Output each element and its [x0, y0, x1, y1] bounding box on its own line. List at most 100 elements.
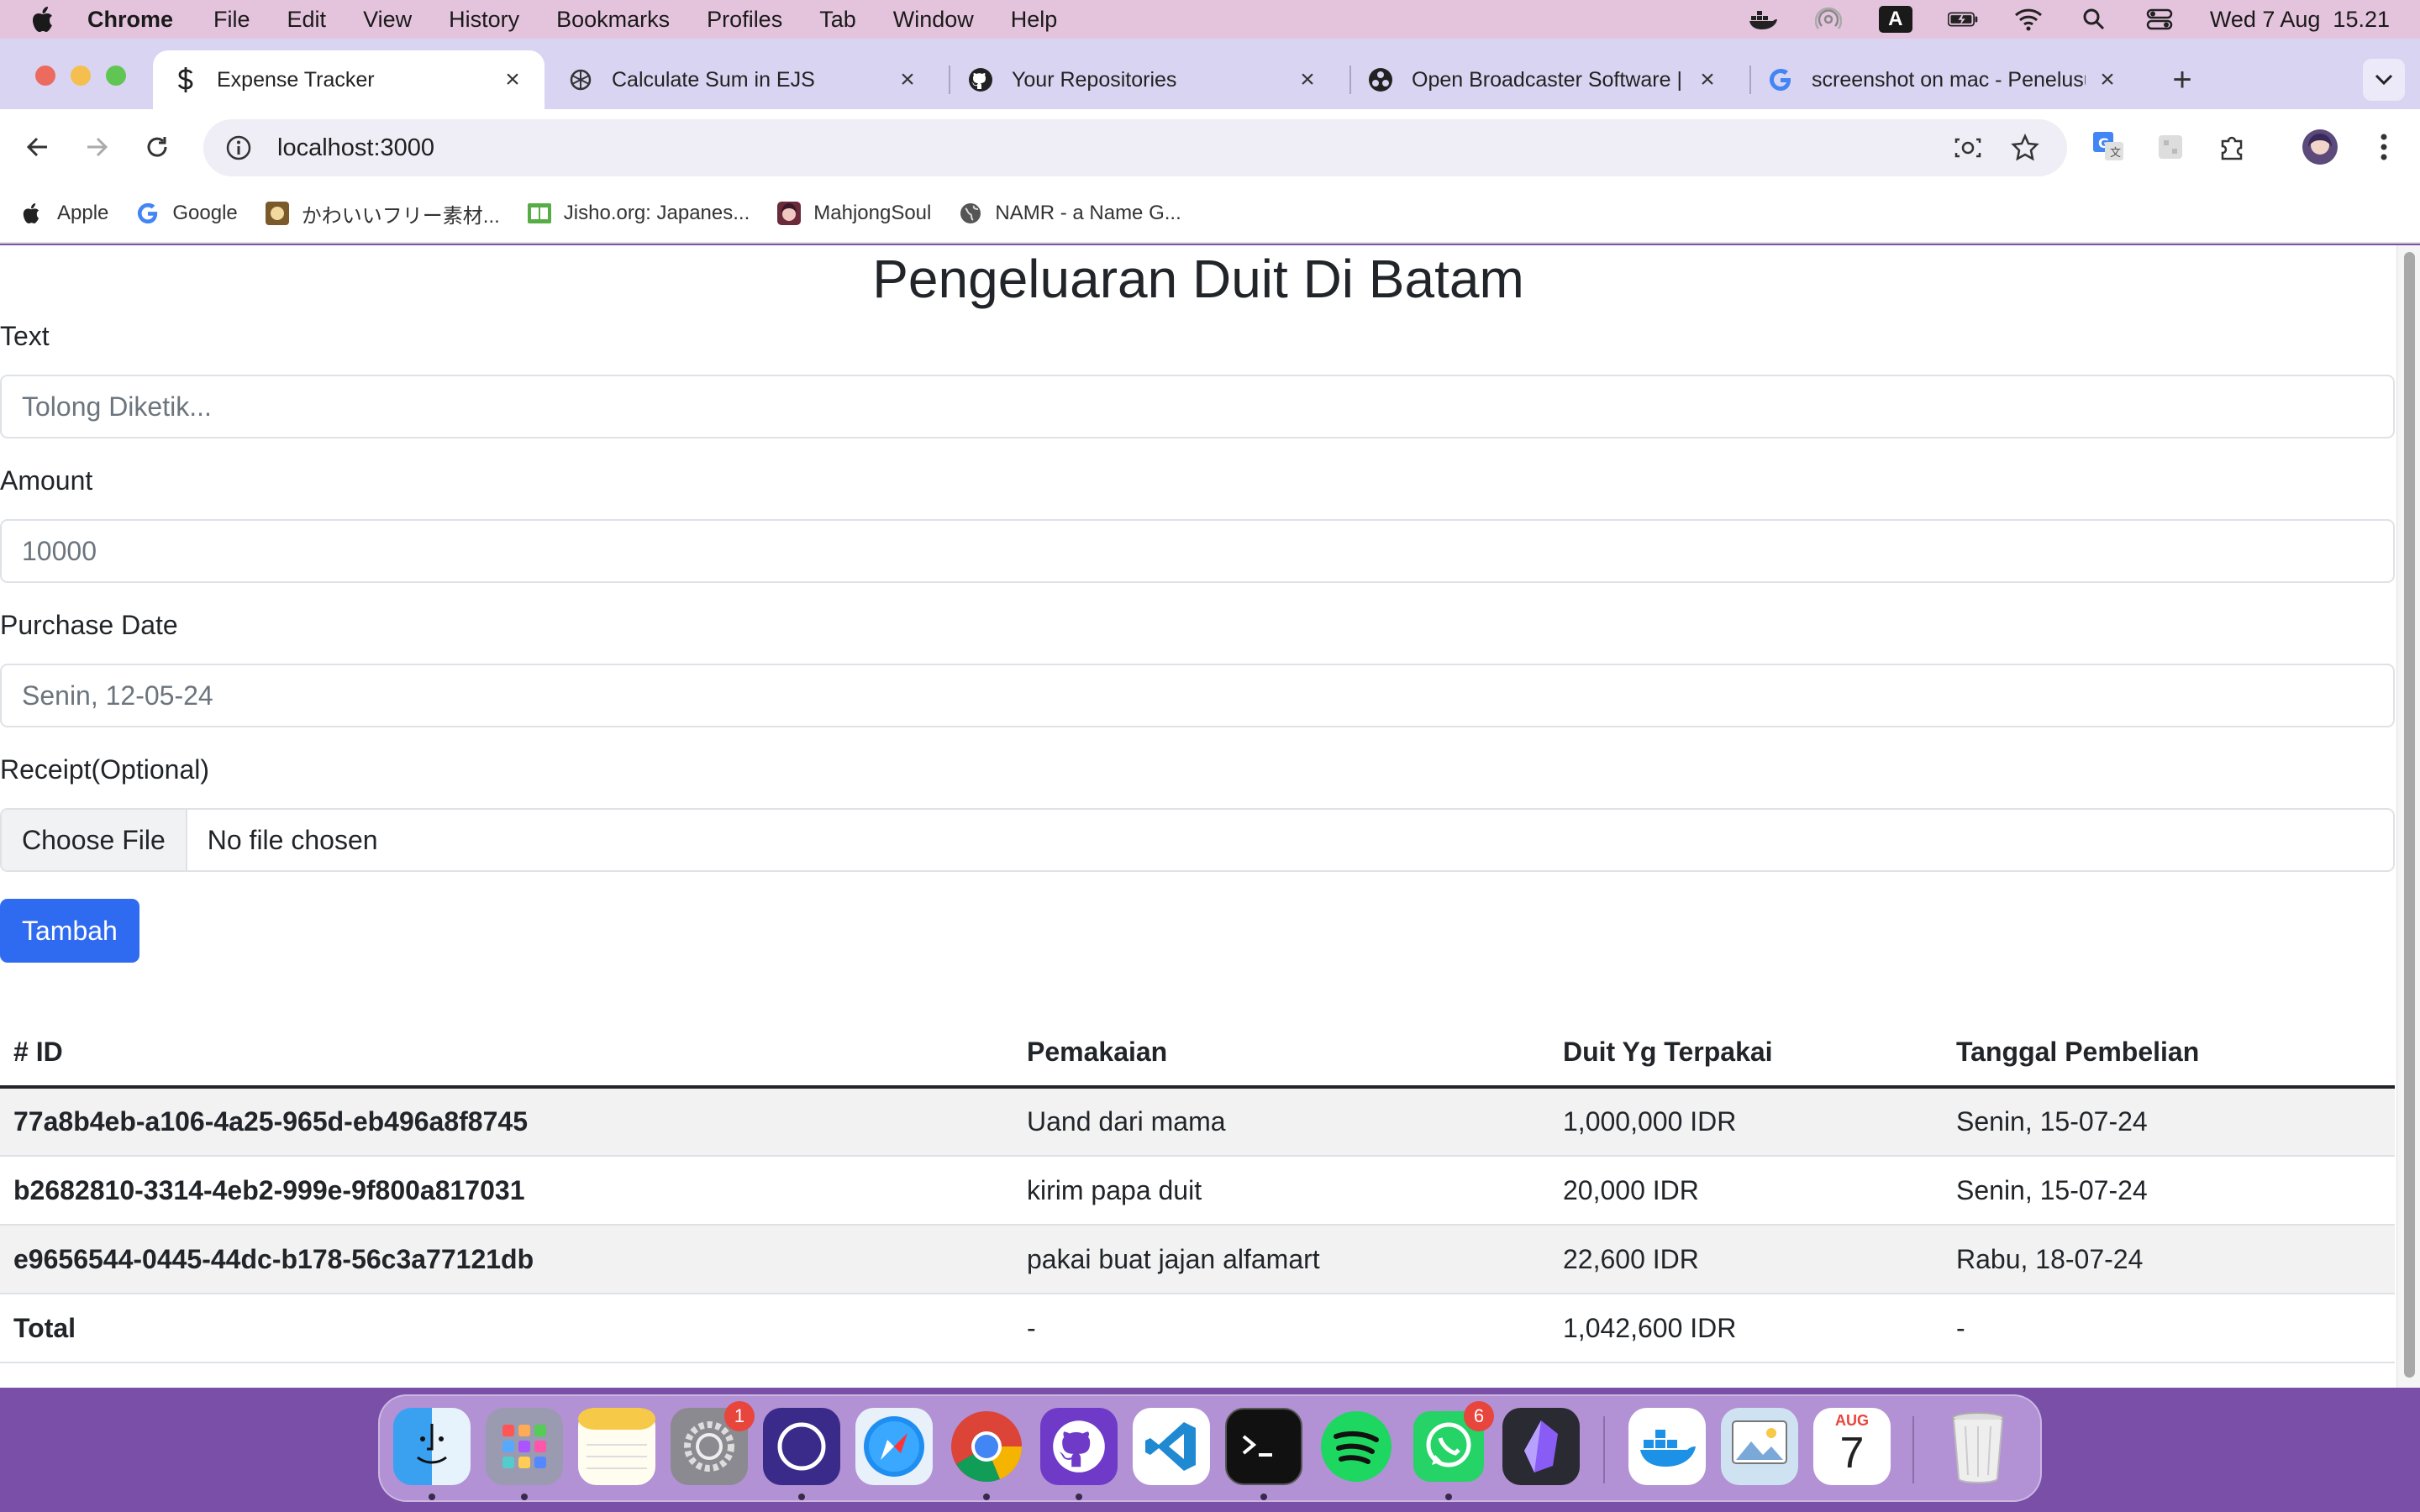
obs-icon [1368, 67, 1393, 92]
address-bar[interactable]: localhost:3000 [203, 119, 2067, 176]
safari-icon[interactable] [855, 1408, 933, 1485]
text-input[interactable]: Tolong Diketik... [0, 375, 2395, 438]
cell-total-pemakaian: - [1013, 1294, 1549, 1363]
vscode-icon[interactable] [1133, 1408, 1210, 1485]
page-scrollbar[interactable] [2396, 245, 2420, 1388]
dock-separator [1603, 1416, 1605, 1483]
control-center-icon[interactable] [2144, 7, 2175, 32]
close-tab-icon[interactable]: × [2096, 66, 2119, 93]
cell-id: 77a8b4eb-a106-4a25-965d-eb496a8f8745 [0, 1087, 1013, 1157]
finder-icon[interactable] [393, 1408, 471, 1485]
tab-title: screenshot on mac - Penelusu [1812, 67, 2086, 92]
tor-browser-icon[interactable] [763, 1408, 840, 1485]
menu-window[interactable]: Window [893, 7, 974, 33]
cell-total-duit: 1,042,600 IDR [1549, 1294, 1943, 1363]
tab-google-search[interactable]: screenshot on mac - Penelusu × [1748, 50, 2139, 109]
choose-file-button[interactable]: Choose File [2, 810, 187, 870]
close-tab-icon[interactable]: × [896, 66, 919, 93]
cell-tanggal: Senin, 15-07-24 [1943, 1087, 2395, 1157]
bookmark-apple[interactable]: Apple [20, 201, 108, 226]
column-header-duit: Duit Yg Terpakai [1549, 1018, 1943, 1089]
extensions-puzzle-icon[interactable] [2212, 126, 2254, 168]
menu-profiles[interactable]: Profiles [707, 7, 782, 33]
terminal-icon[interactable] [1225, 1408, 1302, 1485]
bookmark-label: Google [172, 202, 238, 224]
bookmark-jisho[interactable]: Jisho.org: Japanes... [527, 201, 750, 226]
mahjongsoul-icon [776, 201, 802, 226]
cell-id: b2682810-3314-4eb2-999e-9f800a817031 [0, 1156, 1013, 1226]
bookmark-label: Apple [57, 202, 109, 224]
menu-history[interactable]: History [449, 7, 519, 33]
docker-icon[interactable] [1748, 7, 1778, 32]
purchase-date-label: Purchase Date [0, 610, 178, 640]
macos-menu-bar: Chrome File Edit View History Bookmarks … [0, 0, 2420, 39]
tab-your-repositories[interactable]: Your Repositories × [948, 50, 1339, 109]
close-window-button[interactable] [35, 66, 55, 86]
launchpad-icon[interactable] [486, 1408, 563, 1485]
bookmark-irasutoya[interactable]: かわいいフリー素材... [265, 199, 500, 228]
menu-help[interactable]: Help [1011, 7, 1058, 33]
google-translate-icon[interactable]: G文 [2087, 126, 2129, 168]
spotify-icon[interactable] [1318, 1408, 1395, 1485]
amount-input[interactable]: 10000 [0, 519, 2395, 583]
bookmark-namr[interactable]: NAMR - a Name G... [958, 201, 1181, 226]
tab-title: Your Repositories [1012, 67, 1177, 92]
menu-edit[interactable]: Edit [287, 7, 327, 33]
irasutoya-icon [265, 201, 290, 226]
url-text[interactable]: localhost:3000 [277, 134, 434, 162]
purchase-date-input[interactable]: Senin, 12-05-24 [0, 664, 2395, 727]
minimize-window-button[interactable] [71, 66, 91, 86]
wifi-icon[interactable] [2013, 7, 2044, 32]
menubar-clock[interactable]: Wed 7 Aug 15.21 [2210, 7, 2390, 33]
apple-icon [20, 201, 45, 226]
menu-app-name[interactable]: Chrome [87, 7, 173, 33]
forward-button[interactable] [76, 126, 118, 168]
site-info-icon[interactable] [225, 134, 252, 161]
apple-menu-icon[interactable] [32, 6, 57, 33]
status-area: A Wed 7 Aug 15.21 [1748, 0, 2390, 39]
trash-icon[interactable] [1939, 1408, 2017, 1485]
scrollbar-thumb[interactable] [2404, 252, 2415, 1378]
notes-icon[interactable] [578, 1408, 655, 1485]
tambah-button[interactable]: Tambah [0, 899, 139, 963]
chrome-menu-icon[interactable] [2363, 126, 2405, 168]
profile-avatar[interactable] [2299, 126, 2341, 168]
back-button[interactable] [17, 126, 59, 168]
new-tab-button[interactable]: + [2161, 59, 2203, 101]
chrome-icon[interactable] [948, 1408, 1025, 1485]
obsidian-icon[interactable] [1502, 1408, 1580, 1485]
battery-icon[interactable] [1947, 7, 1978, 32]
extension-grid-icon[interactable] [2149, 126, 2191, 168]
menu-bookmarks[interactable]: Bookmarks [556, 7, 670, 33]
google-icon [135, 201, 160, 226]
input-source-icon[interactable]: A [1878, 6, 1912, 33]
menu-file[interactable]: File [213, 7, 250, 33]
receipt-label: Receipt(Optional) [0, 754, 209, 785]
cell-tanggal: Senin, 15-07-24 [1943, 1156, 2395, 1226]
dock-separator [1912, 1416, 1914, 1483]
docker-icon[interactable] [1628, 1408, 1706, 1485]
menu-view[interactable]: View [363, 7, 412, 33]
calendar-icon[interactable]: AUG 7 [1813, 1408, 1891, 1485]
bookmark-star-icon[interactable] [2008, 131, 2042, 165]
reload-button[interactable] [136, 126, 178, 168]
spotlight-icon[interactable] [2079, 7, 2109, 32]
menu-tab[interactable]: Tab [819, 7, 856, 33]
close-tab-icon[interactable]: × [1296, 66, 1319, 93]
close-tab-icon[interactable]: × [501, 66, 524, 93]
tab-search-button[interactable] [2363, 59, 2405, 101]
column-header-tanggal: Tanggal Pembelian [1943, 1018, 2395, 1089]
bookmark-google[interactable]: Google [135, 201, 238, 226]
zoom-window-button[interactable] [106, 66, 126, 86]
close-tab-icon[interactable]: × [1696, 66, 1719, 93]
column-header-pemakaian: Pemakaian [1013, 1018, 1549, 1089]
receipt-file-input[interactable]: Choose File No file chosen [0, 808, 2395, 872]
preview-icon[interactable] [1721, 1408, 1798, 1485]
bookmark-mahjongsoul[interactable]: MahjongSoul [776, 201, 931, 226]
tab-calculate-sum[interactable]: Calculate Sum in EJS × [548, 50, 939, 109]
tab-expense-tracker[interactable]: Expense Tracker × [153, 50, 544, 109]
tab-obs[interactable]: Open Broadcaster Software | × [1348, 50, 1739, 109]
screenshot-lens-icon[interactable] [1951, 131, 1985, 165]
github-desktop-icon[interactable] [1040, 1408, 1118, 1485]
airdrop-icon[interactable] [1813, 7, 1844, 32]
